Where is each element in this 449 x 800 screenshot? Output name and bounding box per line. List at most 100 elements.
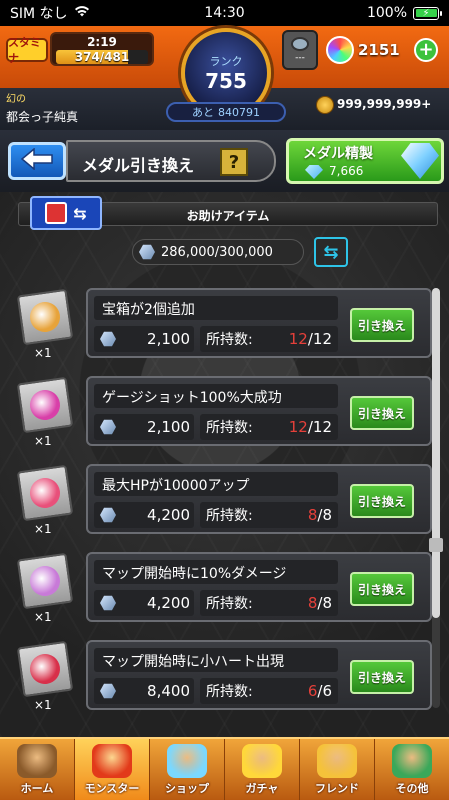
- nav-icon: [242, 744, 282, 778]
- nav-label: フレンド: [315, 782, 359, 795]
- item-owned-box: 所持数: 12 /12: [200, 414, 338, 440]
- item-icon-art: [28, 564, 62, 598]
- status-bar: SIM なし 14:30 100% ⚡: [0, 0, 449, 26]
- nav-item[interactable]: ガチャ: [225, 739, 300, 800]
- status-right: 100% ⚡: [366, 5, 442, 21]
- nav-icon: [92, 744, 132, 778]
- exchange-button[interactable]: 引き換え: [350, 572, 414, 606]
- stamina-gauge[interactable]: 2:19 374/481: [50, 32, 154, 66]
- orb-count: 2151: [358, 41, 400, 59]
- rank-value: 755: [205, 69, 247, 93]
- scrollbar-grip[interactable]: [429, 538, 443, 552]
- item-name-box: マップ開始時に10%ダメージ: [94, 560, 338, 584]
- nav-item[interactable]: ホーム: [0, 739, 75, 800]
- refine-count: 7,666: [329, 164, 364, 178]
- item-card: 宝箱が2個追加 2,100 所持数: 12 /12 引き換え: [86, 288, 432, 358]
- item-cost: 2,100: [147, 418, 190, 436]
- nav-label: ショップ: [165, 782, 209, 795]
- user-name[interactable]: 都会っ子純真: [6, 108, 78, 125]
- owned-count: 8: [307, 594, 318, 612]
- status-left: SIM なし: [10, 3, 90, 23]
- scrollbar[interactable]: [429, 288, 443, 708]
- item-name: マップ開始時に10%ダメージ: [102, 566, 287, 582]
- sort-button[interactable]: ⇆: [314, 237, 348, 267]
- item-row: ×1 マップ開始時に10%ダメージ 4,200 所持数: 8 /8 引き換え: [0, 552, 449, 632]
- item-name: 宝箱が2個追加: [102, 302, 195, 318]
- item-card: マップ開始時に10%ダメージ 4,200 所持数: 8 /8 引き換え: [86, 552, 432, 622]
- item-row: ×1 マップ開始時に小ハート出現 8,400 所持数: 6 /6 引き換え: [0, 640, 449, 720]
- orb-icon: [326, 36, 354, 64]
- item-cost-box: 2,100: [94, 414, 194, 440]
- nav-label: モンスター: [84, 782, 140, 795]
- item-row: ×1 宝箱が2個追加 2,100 所持数: 12 /12 引き換え: [0, 288, 449, 368]
- medal-icon: [100, 331, 116, 347]
- owned-max: /12: [307, 330, 332, 348]
- category-switch-button[interactable]: ⇆: [30, 196, 102, 230]
- item-row: ×1 最大HPが10000アップ 4,200 所持数: 8 /8 引き換え: [0, 464, 449, 544]
- item-owned-box: 所持数: 12 /12: [200, 326, 338, 352]
- battery-percent: 100%: [366, 5, 407, 21]
- item-cost-box: 2,100: [94, 326, 194, 352]
- bottom-nav: ホーム モンスター ショップ ガチャ フレンド その他: [0, 737, 449, 800]
- title-plate: メダル引き換え ?: [66, 140, 276, 182]
- item-owned-box: 所持数: 8 /8: [200, 502, 338, 528]
- item-row: ×1 ゲージショット100%大成功 2,100 所持数: 12 /12 引き換え: [0, 376, 449, 456]
- item-name-box: 最大HPが10000アップ: [94, 472, 338, 496]
- medal-refine-button[interactable]: メダル精製 7,666: [286, 138, 444, 184]
- exchange-button[interactable]: 引き換え: [350, 660, 414, 694]
- owned-count: 8: [307, 506, 318, 524]
- owned-count: 6: [307, 682, 318, 700]
- item-icon: [16, 464, 74, 522]
- medal-total: 286,000/300,000: [132, 239, 304, 265]
- scrollbar-thumb[interactable]: [432, 288, 440, 618]
- medal-icon: [100, 507, 116, 523]
- item-icon-art: [28, 388, 62, 422]
- owned-label: 所持数:: [206, 596, 253, 612]
- help-button[interactable]: ?: [220, 148, 248, 176]
- medal-icon: [100, 595, 116, 611]
- nav-item[interactable]: ショップ: [150, 739, 225, 800]
- item-name-box: マップ開始時に小ハート出現: [94, 648, 338, 672]
- medal-icon: [139, 244, 155, 260]
- exchange-button[interactable]: 引き換え: [350, 484, 414, 518]
- owned-count: 12: [288, 418, 308, 436]
- nav-item[interactable]: モンスター: [75, 739, 150, 800]
- item-card: マップ開始時に小ハート出現 8,400 所持数: 6 /6 引き換え: [86, 640, 432, 710]
- exchange-button[interactable]: 引き換え: [350, 396, 414, 430]
- owned-max: /8: [317, 506, 332, 524]
- rank-next-label: あと: [192, 106, 214, 119]
- rank-next-exp: あと 840791: [166, 102, 286, 122]
- item-cost: 8,400: [147, 682, 190, 700]
- battery-icon: ⚡: [413, 6, 442, 20]
- stamina-value: 374/481: [74, 50, 130, 64]
- item-name: 最大HPが10000アップ: [102, 478, 250, 494]
- nav-label: ホーム: [20, 782, 54, 795]
- main-panel: お助けアイテム ⇆ 286,000/300,000 ⇆ ×1 宝箱が2個追加 2…: [0, 192, 449, 737]
- item-cost-box: 4,200: [94, 502, 194, 528]
- nav-item[interactable]: その他: [375, 739, 449, 800]
- owned-label: 所持数:: [206, 684, 253, 700]
- medal-icon: [100, 419, 116, 435]
- item-icon-art: [28, 652, 62, 686]
- nav-label: その他: [395, 782, 429, 795]
- item-name: マップ開始時に小ハート出現: [102, 654, 284, 670]
- back-button[interactable]: [8, 142, 66, 180]
- nav-item[interactable]: フレンド: [300, 739, 375, 800]
- item-owned-box: 所持数: 8 /8: [200, 590, 338, 616]
- user-title: 幻の: [6, 94, 26, 105]
- owned-count: 12: [288, 330, 308, 348]
- item-name: ゲージショット100%大成功: [102, 390, 282, 406]
- item-cost-box: 4,200: [94, 590, 194, 616]
- item-icon: [16, 552, 74, 610]
- back-arrow-icon: [20, 147, 54, 174]
- item-quantity: ×1: [34, 610, 52, 624]
- buy-orb-button[interactable]: +: [414, 38, 438, 62]
- exchange-button[interactable]: 引き換え: [350, 308, 414, 342]
- owned-max: /12: [307, 418, 332, 436]
- diamond-large-icon: [401, 143, 439, 179]
- item-name-box: ゲージショット100%大成功: [94, 384, 338, 408]
- item-cost: 2,100: [147, 330, 190, 348]
- stamina-timer: 2:19: [87, 35, 117, 49]
- nav-icon: [17, 744, 57, 778]
- device-icon[interactable]: ---: [282, 30, 318, 70]
